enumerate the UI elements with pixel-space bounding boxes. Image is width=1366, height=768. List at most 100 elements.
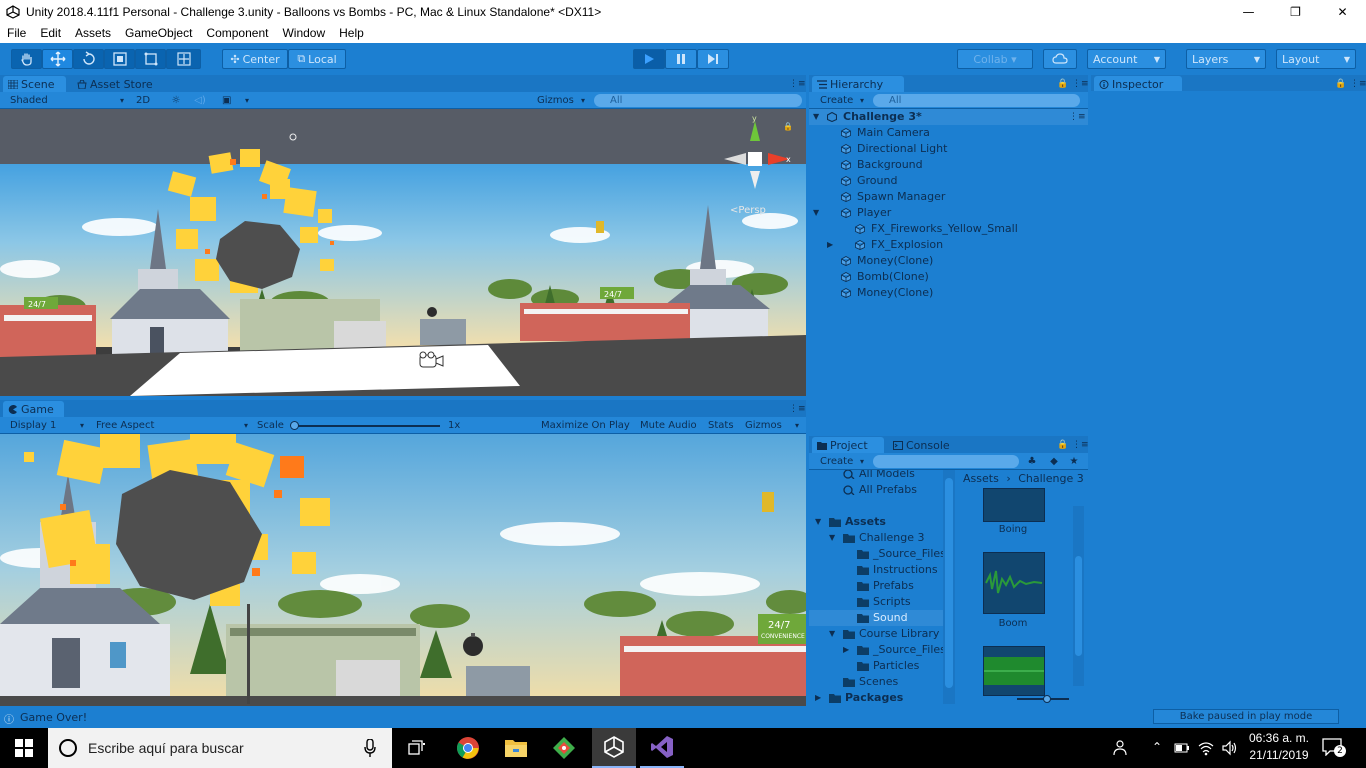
- taskbar-chrome[interactable]: [448, 728, 488, 768]
- tray-expand-icon[interactable]: ⌃: [1152, 740, 1162, 754]
- menu-window[interactable]: Window: [275, 26, 332, 40]
- asset-thumbnail-boing[interactable]: [983, 488, 1045, 522]
- project-folder-item[interactable]: ▼ Course Library: [809, 626, 943, 642]
- project-folder-item[interactable]: _Source_Files: [809, 546, 943, 562]
- inspector-panel-menu-icon[interactable]: ⋮≡: [1350, 79, 1366, 89]
- thumbnail-size-slider[interactable]: [1017, 695, 1069, 703]
- scene-search-input[interactable]: All: [594, 94, 802, 107]
- layers-dropdown[interactable]: Layers ▼: [1186, 49, 1266, 69]
- project-folder-item[interactable]: Scenes: [809, 674, 943, 690]
- asset-grid-scrollbar[interactable]: [1073, 506, 1084, 686]
- effects-dropdown-icon[interactable]: ▣: [219, 93, 251, 108]
- lighting-toggle-icon[interactable]: ☼: [167, 93, 185, 108]
- menu-gameobject[interactable]: GameObject: [118, 26, 199, 40]
- tab-scene[interactable]: Scene: [3, 76, 66, 93]
- project-folder-item[interactable]: All Models: [809, 470, 943, 482]
- project-folder-item[interactable]: ▶ Packages: [809, 690, 943, 704]
- rotate-tool-button[interactable]: [73, 49, 104, 69]
- scene-row-menu-icon[interactable]: ⋮≡: [1069, 109, 1086, 125]
- hierarchy-item[interactable]: ▼ Player: [809, 205, 1088, 221]
- project-create-dropdown[interactable]: Create: [814, 454, 866, 469]
- wifi-icon[interactable]: [1198, 740, 1214, 756]
- scene-gizmos-dropdown[interactable]: Gizmos: [535, 93, 587, 108]
- scale-slider-thumb[interactable]: [290, 421, 299, 430]
- collab-dropdown[interactable]: Collab ▾: [957, 49, 1033, 69]
- taskbar-unity[interactable]: [592, 728, 636, 768]
- task-view-button[interactable]: [400, 728, 434, 768]
- collapse-arrow-icon[interactable]: ▼: [813, 109, 819, 125]
- menu-edit[interactable]: Edit: [33, 26, 68, 40]
- collapse-arrow-icon[interactable]: ▼: [829, 626, 835, 642]
- breadcrumb-challenge-3[interactable]: Challenge 3: [1018, 472, 1084, 485]
- maximize-on-play-toggle[interactable]: Maximize On Play: [541, 418, 633, 433]
- rect-tool-button[interactable]: [135, 49, 166, 69]
- hierarchy-item[interactable]: Money(Clone): [809, 285, 1088, 301]
- hierarchy-lock-icon[interactable]: 🔒: [1057, 79, 1068, 89]
- asset-grid-scroll-thumb[interactable]: [1075, 556, 1082, 656]
- move-tool-button[interactable]: [42, 49, 73, 69]
- scene-root-row[interactable]: ▼ Challenge 3* ⋮≡: [809, 109, 1088, 125]
- cloud-button[interactable]: [1043, 49, 1077, 69]
- filter-by-type-icon[interactable]: ♣: [1023, 454, 1041, 469]
- menu-assets[interactable]: Assets: [68, 26, 118, 40]
- stats-toggle[interactable]: Stats: [708, 418, 738, 433]
- people-icon[interactable]: [1112, 738, 1132, 758]
- taskbar-search-box[interactable]: Escribe aquí para buscar: [48, 728, 392, 768]
- hand-tool-button[interactable]: [11, 49, 42, 69]
- game-view[interactable]: 24/7 CONVENIENCE: [0, 434, 806, 706]
- transform-tool-button[interactable]: [166, 49, 201, 69]
- project-folder-item[interactable]: Prefabs: [809, 578, 943, 594]
- filter-by-label-icon[interactable]: ◆: [1045, 454, 1063, 469]
- aspect-dropdown[interactable]: Free Aspect: [92, 418, 250, 433]
- favorites-star-icon[interactable]: ★: [1065, 454, 1083, 469]
- hierarchy-item[interactable]: Main Camera: [809, 125, 1088, 141]
- project-folder-item[interactable]: Sound: [809, 610, 943, 626]
- pivot-local-button[interactable]: ⧉ Local: [288, 49, 346, 69]
- project-search-input[interactable]: [873, 455, 1019, 468]
- hierarchy-item[interactable]: Background: [809, 157, 1088, 173]
- inspector-lock-icon[interactable]: 🔒: [1335, 79, 1346, 89]
- project-folder-item[interactable]: ▼ Assets: [809, 514, 943, 530]
- close-button[interactable]: ✕: [1319, 0, 1366, 23]
- 2d-toggle[interactable]: 2D: [131, 93, 155, 108]
- expand-arrow-icon[interactable]: ▶: [815, 690, 821, 704]
- display-dropdown[interactable]: Display 1: [4, 418, 86, 433]
- hierarchy-item[interactable]: Directional Light: [809, 141, 1088, 157]
- start-button[interactable]: [0, 728, 48, 768]
- project-tree-scroll-thumb[interactable]: [945, 478, 953, 688]
- game-gizmos-dropdown[interactable]: Gizmos: [745, 418, 801, 433]
- hierarchy-item[interactable]: ▶ FX_Explosion: [809, 237, 1088, 253]
- hierarchy-item[interactable]: Money(Clone): [809, 253, 1088, 269]
- scene-lock-icon[interactable]: 🔒: [783, 122, 793, 131]
- layout-dropdown[interactable]: Layout ▼: [1276, 49, 1356, 69]
- breadcrumb-assets[interactable]: Assets: [963, 472, 999, 485]
- taskbar-visual-studio[interactable]: [640, 728, 684, 768]
- audio-toggle-icon[interactable]: ◁): [191, 93, 209, 108]
- thumbnail-size-thumb[interactable]: [1043, 695, 1051, 703]
- hierarchy-item[interactable]: Bomb(Clone): [809, 269, 1088, 285]
- pivot-center-button[interactable]: ✣ Center: [222, 49, 288, 69]
- scene-view[interactable]: 24/7 24/7 y x <Persp 🔒: [0, 109, 806, 396]
- clock[interactable]: 06:36 a. m. 21/11/2019: [1246, 731, 1312, 762]
- taskbar-gitkraken[interactable]: [544, 728, 584, 768]
- action-center-button[interactable]: 2: [1322, 738, 1346, 758]
- scale-tool-button[interactable]: [104, 49, 135, 69]
- pause-button[interactable]: [665, 49, 697, 69]
- collapse-arrow-icon[interactable]: ▼: [815, 514, 821, 530]
- project-panel-menu-icon[interactable]: ⋮≡: [1072, 440, 1089, 450]
- project-tree-scrollbar[interactable]: [943, 470, 955, 704]
- project-folder-item[interactable]: Instructions: [809, 562, 943, 578]
- asset-thumbnail-audio[interactable]: [983, 646, 1045, 696]
- asset-thumbnail-boom[interactable]: [983, 552, 1045, 614]
- mute-audio-toggle[interactable]: Mute Audio: [640, 418, 702, 433]
- hierarchy-item[interactable]: Ground: [809, 173, 1088, 189]
- tab-project[interactable]: Project: [812, 437, 884, 454]
- project-folder-item[interactable]: Particles: [809, 658, 943, 674]
- hierarchy-search-input[interactable]: All: [873, 94, 1080, 107]
- project-lock-icon[interactable]: 🔒: [1057, 440, 1068, 450]
- collapse-arrow-icon[interactable]: ▼: [813, 205, 819, 221]
- status-message[interactable]: Game Over!: [20, 711, 87, 724]
- menu-file[interactable]: File: [0, 26, 33, 40]
- battery-icon[interactable]: [1174, 741, 1190, 755]
- minimize-button[interactable]: —: [1225, 0, 1272, 23]
